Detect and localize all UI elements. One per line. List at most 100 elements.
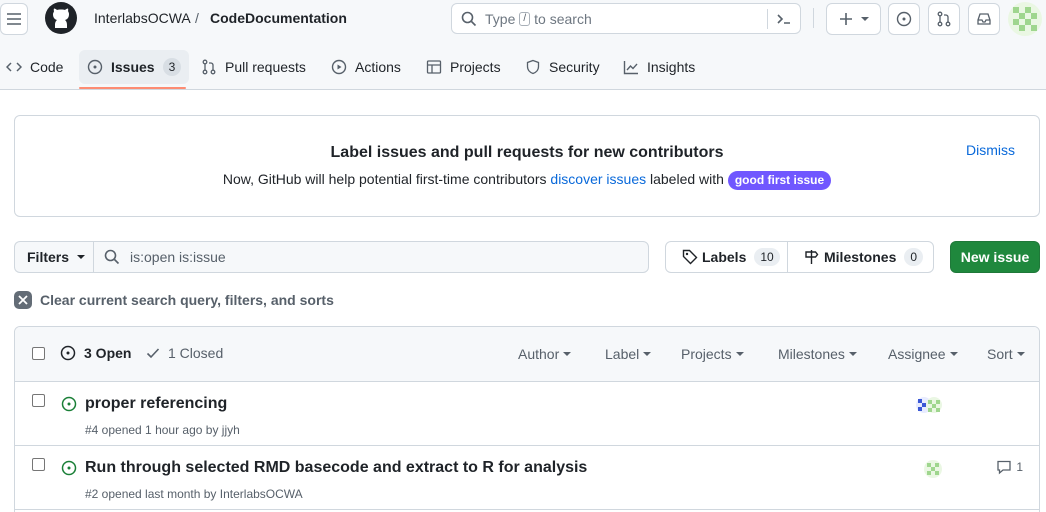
banner-text-before: Now, GitHub will help potential first-ti…: [222, 171, 547, 187]
search-shortcut-key: /: [519, 11, 531, 26]
issue-opened-icon: [61, 460, 77, 476]
chevron-down-icon: [77, 255, 86, 259]
sort-filter[interactable]: Sort: [987, 346, 1025, 362]
banner-text: Now, GitHub will help potential first-ti…: [15, 171, 1039, 190]
tab-projects[interactable]: Projects: [426, 47, 501, 87]
clear-filters-label: Clear current search query, filters, and…: [40, 292, 334, 308]
tab-projects-label: Projects: [450, 59, 501, 75]
tag-icon: [682, 249, 698, 265]
create-new-button[interactable]: [826, 3, 881, 35]
labels-count: 10: [754, 248, 780, 266]
comments-link[interactable]: 1: [996, 459, 1023, 475]
user-avatar[interactable]: [1008, 2, 1042, 36]
tab-pull-requests-label: Pull requests: [225, 59, 306, 75]
chevron-down-icon: [848, 352, 857, 356]
breadcrumb-separator: /: [195, 10, 199, 26]
issue-meta: #4 opened 1 hour ago by jjyh: [85, 423, 240, 437]
issue-checkbox[interactable]: [32, 458, 45, 471]
banner-text-after: labeled with: [650, 171, 724, 187]
milestone-icon: [805, 250, 819, 264]
issue-row: proper referencing #4 opened 1 hour ago …: [15, 382, 1039, 446]
breadcrumb-owner[interactable]: InterlabsOCWA: [94, 10, 191, 26]
issue-search-query: is:open is:issue: [130, 249, 226, 265]
projects-filter[interactable]: Projects: [681, 346, 744, 362]
tab-security-label: Security: [549, 59, 600, 75]
search-icon: [104, 249, 120, 265]
table-icon: [426, 60, 442, 74]
issue-list: 3 Open 1 Closed Author Label Projects Mi…: [14, 326, 1040, 512]
assignee-filter[interactable]: Assignee: [888, 346, 958, 362]
discover-issues-link[interactable]: discover issues: [550, 171, 646, 187]
clear-filters-button[interactable]: Clear current search query, filters, and…: [14, 290, 334, 310]
search-icon: [461, 11, 477, 26]
issue-list-header: 3 Open 1 Closed Author Label Projects Mi…: [15, 327, 1039, 382]
milestones-button-label: Milestones: [824, 249, 897, 265]
labels-button-label: Labels: [702, 249, 747, 265]
issue-checkbox[interactable]: [32, 394, 45, 407]
shield-icon: [526, 59, 540, 75]
check-icon: [146, 348, 160, 359]
tab-insights[interactable]: Insights: [623, 47, 695, 87]
github-logo-icon[interactable]: [45, 2, 77, 34]
hamburger-menu-button[interactable]: [0, 3, 28, 35]
new-contributors-banner: Label issues and pull requests for new c…: [14, 115, 1040, 217]
issue-opened-icon: [60, 345, 76, 361]
dismiss-button[interactable]: Dismiss: [966, 142, 1015, 158]
good-first-issue-label[interactable]: good first issue: [727, 171, 832, 190]
milestones-count: 0: [904, 248, 924, 266]
select-all-checkbox[interactable]: [32, 347, 45, 360]
labels-button[interactable]: Labels 10: [665, 241, 788, 273]
filters-button[interactable]: Filters: [14, 241, 94, 273]
tab-issues-count: 3: [162, 58, 182, 76]
global-search-input[interactable]: Type / to search: [451, 3, 801, 34]
closed-issues-filter[interactable]: 1 Closed: [146, 345, 223, 361]
git-pull-request-icon: [937, 11, 951, 27]
breadcrumb-repo[interactable]: CodeDocumentation: [210, 10, 347, 26]
label-filter[interactable]: Label: [605, 346, 652, 362]
chevron-down-icon: [1016, 352, 1025, 356]
closed-issues-count: 1 Closed: [168, 345, 224, 361]
search-placeholder-prefix: Type: [485, 10, 516, 27]
pull-requests-button[interactable]: [928, 3, 960, 35]
author-filter[interactable]: Author: [518, 346, 572, 362]
author-filter-label: Author: [518, 346, 560, 362]
issue-search-input[interactable]: is:open is:issue: [93, 241, 649, 273]
open-issues-filter[interactable]: 3 Open: [60, 345, 131, 361]
banner-title: Label issues and pull requests for new c…: [330, 144, 724, 161]
command-palette-icon[interactable]: [776, 11, 792, 27]
inbox-icon: [977, 13, 991, 25]
comments-count: 1: [1016, 460, 1023, 474]
graph-icon: [623, 61, 638, 75]
label-filter-label: Label: [605, 346, 640, 362]
code-icon: [6, 62, 22, 72]
issue-title-link[interactable]: proper referencing: [85, 395, 227, 413]
milestones-filter-label: Milestones: [778, 346, 845, 362]
milestones-button[interactable]: Milestones 0: [787, 241, 934, 273]
issues-button[interactable]: [888, 3, 920, 35]
issue-opened-icon: [61, 396, 77, 412]
tab-security[interactable]: Security: [525, 47, 600, 87]
tab-pull-requests[interactable]: Pull requests: [201, 47, 306, 87]
sort-filter-label: Sort: [987, 346, 1013, 362]
assignee-avatar[interactable]: [923, 459, 943, 479]
header-divider: [813, 8, 814, 28]
play-icon: [331, 59, 347, 75]
tab-issues-label: Issues: [111, 59, 155, 75]
tab-actions[interactable]: Actions: [331, 47, 401, 87]
issue-opened-icon: [896, 11, 912, 27]
active-tab-indicator: [79, 87, 186, 89]
tab-issues[interactable]: Issues 3: [79, 50, 190, 84]
plus-icon: [839, 13, 852, 25]
chevron-down-icon: [735, 352, 744, 356]
new-issue-button[interactable]: New issue: [950, 241, 1040, 273]
issue-opened-icon: [87, 59, 103, 75]
tab-code-label: Code: [30, 59, 64, 75]
comment-icon: [997, 460, 1011, 475]
issue-title-link[interactable]: Run through selected RMD basecode and ex…: [85, 459, 587, 477]
tab-code[interactable]: Code: [6, 47, 63, 87]
assignee-filter-label: Assignee: [888, 346, 946, 362]
filters-label: Filters: [27, 249, 70, 265]
inbox-button[interactable]: [968, 3, 1000, 35]
milestones-filter[interactable]: Milestones: [778, 346, 857, 362]
assignee-avatars[interactable]: [915, 396, 945, 416]
